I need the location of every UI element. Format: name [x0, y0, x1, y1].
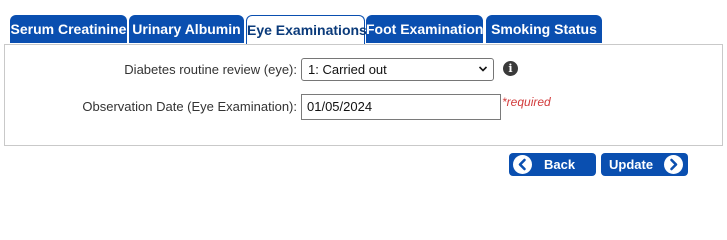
tab-eye-examinations[interactable]: Eye Examinations: [246, 15, 367, 45]
chevron-down-icon: [479, 66, 487, 72]
update-button-label: Update: [609, 157, 654, 172]
required-indicator: *required: [502, 95, 551, 109]
tab-foot-examinations[interactable]: Foot Examinations: [366, 15, 491, 43]
chevron-left-circle-icon: [513, 155, 532, 174]
tab-smoking-status[interactable]: Smoking Status: [486, 15, 602, 43]
chevron-right-circle-icon: [664, 155, 683, 174]
back-button[interactable]: Back: [509, 153, 596, 176]
back-button-label: Back: [544, 157, 576, 172]
tab-urinary-albumin[interactable]: Urinary Albumin: [129, 15, 244, 43]
review-select[interactable]: 1: Carried out: [301, 58, 494, 81]
tab-serum-creatinine[interactable]: Serum Creatinine: [10, 15, 127, 43]
tab-bar: Serum Creatinine Urinary Albumin Eye Exa…: [0, 0, 727, 45]
review-select-value: 1: Carried out: [308, 62, 387, 77]
observation-date-input[interactable]: 01/05/2024: [301, 94, 501, 120]
date-label: Observation Date (Eye Examination):: [82, 99, 297, 114]
info-icon[interactable]: i: [503, 61, 518, 76]
review-label: Diabetes routine review (eye):: [124, 62, 297, 77]
update-button[interactable]: Update: [601, 153, 688, 176]
